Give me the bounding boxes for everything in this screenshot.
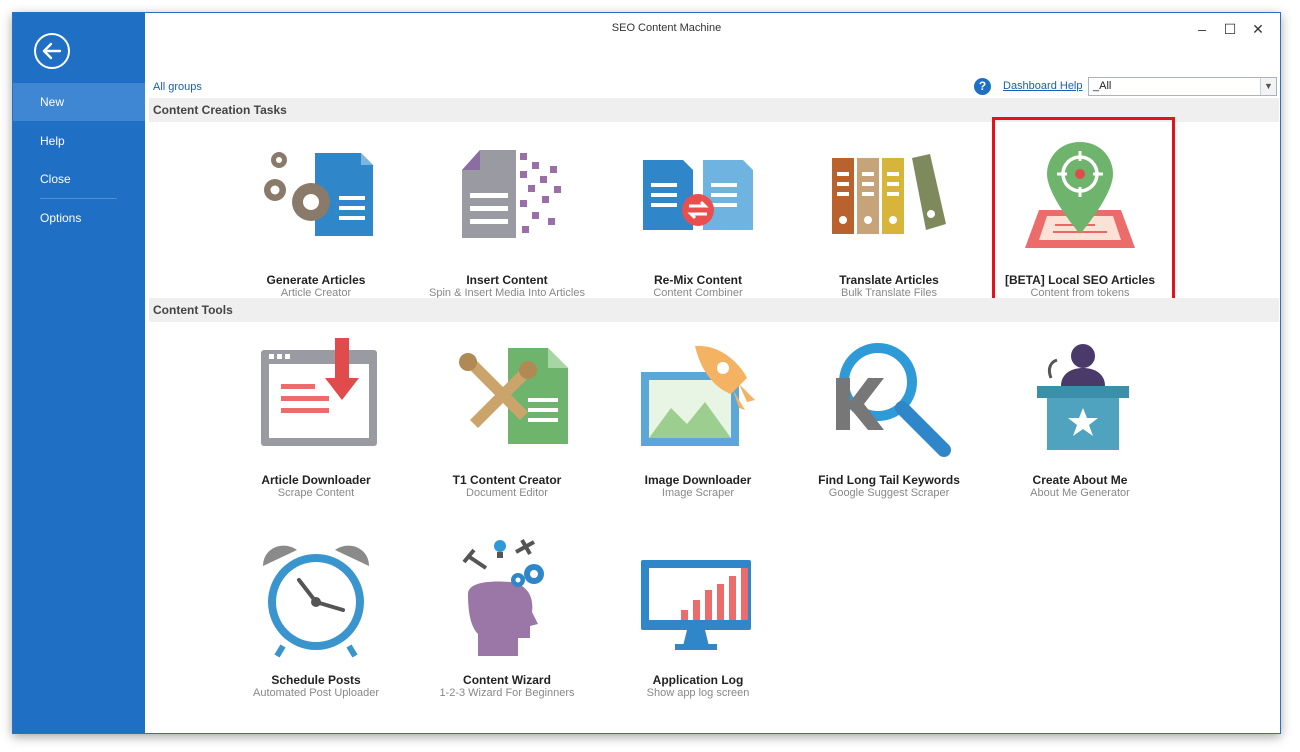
tile-subtitle: Scrape Content (277, 487, 355, 499)
backstage-sidebar: New Help Close Options (13, 13, 145, 733)
back-arrow-icon[interactable] (34, 33, 70, 69)
maximize-icon[interactable]: ☐ (1219, 19, 1241, 39)
app-window: New Help Close Options SEO Content Machi… (12, 12, 1281, 734)
tile-image-downloader[interactable]: Image Downloader Image Scraper (605, 338, 791, 508)
tile-title: Schedule Posts (271, 673, 361, 687)
document-swap-icon (643, 160, 753, 230)
gears-document-icon (264, 152, 373, 236)
tile-content-wizard[interactable]: Content Wizard 1-2-3 Wizard For Beginner… (414, 538, 600, 708)
head-gears-icon (462, 539, 544, 656)
tile-title: Image Downloader (644, 473, 752, 487)
tile-title: Translate Articles (839, 273, 939, 287)
tile-translate-articles[interactable]: Translate Articles Bulk Translate Files (796, 138, 982, 308)
all-groups-link[interactable]: All groups (153, 81, 202, 93)
alarm-clock-icon (263, 545, 369, 658)
tile-title: T1 Content Creator (452, 473, 562, 487)
binders-icon (832, 154, 946, 234)
tile-title: Insert Content (466, 273, 548, 287)
tile-subtitle: Google Suggest Scraper (828, 487, 950, 499)
selection-highlight-frame (992, 117, 1175, 307)
tile-title: Content Wizard (463, 673, 551, 687)
section-header-tools: Content Tools (149, 298, 1279, 322)
tools-document-icon (459, 348, 568, 444)
tile-subtitle: 1-2-3 Wizard For Beginners (439, 687, 575, 699)
sidebar-item-new[interactable]: New (13, 83, 145, 121)
tile-insert-content[interactable]: Insert Content Spin & Insert Media Into … (414, 138, 600, 308)
minimize-icon[interactable]: – (1191, 19, 1213, 39)
sidebar-item-help[interactable]: Help (13, 122, 145, 160)
monitor-chart-icon (641, 560, 751, 650)
tile-subtitle: Image Scraper (661, 487, 735, 499)
tile-schedule-posts[interactable]: Schedule Posts Automated Post Uploader (223, 538, 409, 708)
rocket-image-icon (641, 345, 755, 446)
tile-title: Generate Articles (266, 273, 366, 287)
magnifier-k-icon (836, 343, 951, 457)
dashboard-help-link[interactable]: Dashboard Help (1003, 80, 1083, 92)
group-filter-select[interactable]: _All ▼ (1088, 77, 1277, 96)
tile-title: Find Long Tail Keywords (818, 473, 960, 487)
window-title: SEO Content Machine (611, 22, 722, 34)
tile-article-downloader[interactable]: Article Downloader Scrape Content (223, 338, 409, 508)
tile-subtitle: Document Editor (466, 487, 548, 499)
tile-remix-content[interactable]: Re-Mix Content Content Combiner (605, 138, 791, 308)
sidebar-item-options[interactable]: Options (13, 199, 145, 237)
tile-generate-articles[interactable]: Generate Articles Article Creator (223, 138, 409, 308)
tile-title: Application Log (652, 673, 744, 687)
tile-title: Article Downloader (261, 473, 371, 487)
podium-speaker-icon (1037, 344, 1129, 450)
chevron-down-icon[interactable]: ▼ (1260, 78, 1276, 95)
tile-create-about-me[interactable]: Create About Me About Me Generator (987, 338, 1173, 508)
tile-title: Create About Me (1032, 473, 1128, 487)
tile-find-long-tail-keywords[interactable]: Find Long Tail Keywords Google Suggest S… (796, 338, 982, 508)
sidebar-item-close[interactable]: Close (13, 160, 145, 198)
tile-title: Re-Mix Content (654, 273, 742, 287)
tile-subtitle: Automated Post Uploader (253, 687, 379, 699)
tile-application-log[interactable]: Application Log Show app log screen (605, 538, 791, 708)
pixel-document-icon (462, 150, 561, 238)
browser-download-icon (261, 338, 377, 446)
tile-subtitle: About Me Generator (1030, 487, 1130, 499)
close-icon[interactable]: ✕ (1247, 19, 1269, 39)
group-filter-value: _All (1093, 80, 1112, 92)
help-question-icon[interactable]: ? (974, 78, 991, 95)
tile-t1-content-creator[interactable]: T1 Content Creator Document Editor (414, 338, 600, 508)
tile-subtitle: Show app log screen (646, 687, 750, 699)
